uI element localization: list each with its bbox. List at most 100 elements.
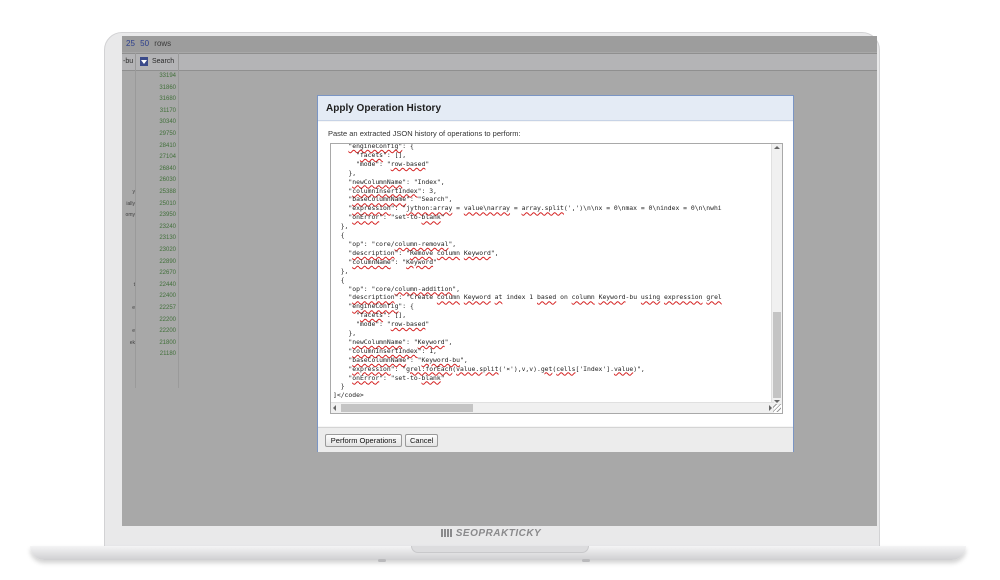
cell-search-volume: 23240 bbox=[159, 223, 176, 230]
scroll-down-icon[interactable] bbox=[774, 400, 780, 403]
rows-option-50[interactable]: 50 bbox=[140, 39, 149, 48]
cell-keyword-bu: y bbox=[132, 189, 136, 195]
table-row: 29750 bbox=[122, 129, 178, 140]
code-line: }, bbox=[333, 266, 349, 275]
json-code-content[interactable]: "engineConfig": { "facets": [], "mode": … bbox=[333, 144, 771, 400]
cell-search-volume: 31680 bbox=[159, 96, 176, 103]
cell-search-volume: 23130 bbox=[159, 235, 176, 242]
table-row: 27104 bbox=[122, 152, 178, 163]
table-row: 31680 bbox=[122, 94, 178, 105]
scroll-up-icon[interactable] bbox=[774, 146, 780, 149]
cell-search-volume: 26840 bbox=[159, 165, 176, 172]
code-line: "baseColumnName": "Keyword-bu", bbox=[333, 355, 468, 364]
code-line: "expression": "jython:array = value\narr… bbox=[333, 204, 722, 213]
table-row: ek 21800 bbox=[122, 338, 178, 349]
code-line: "op": "core/column-removal", bbox=[333, 239, 457, 248]
table-row: 30340 bbox=[122, 117, 178, 128]
laptop-foot bbox=[582, 559, 590, 562]
cell-search-volume: 33194 bbox=[159, 73, 176, 79]
code-line: "mode": "row-based" bbox=[333, 159, 430, 168]
table-row: 22890 bbox=[122, 257, 178, 268]
cell-search-volume: 25010 bbox=[159, 200, 176, 207]
table-row: y 25388 bbox=[122, 187, 178, 198]
cell-search-volume: 23020 bbox=[159, 247, 176, 253]
column-header-search[interactable]: Search bbox=[152, 54, 174, 70]
cell-search-volume: 22200 bbox=[159, 328, 176, 335]
horizontal-scroll-thumb[interactable] bbox=[341, 404, 473, 412]
brand-logo: SEOPRAKTICKY bbox=[104, 528, 878, 539]
cell-search-volume: 21800 bbox=[159, 339, 176, 346]
column-menu-dropdown-icon[interactable] bbox=[140, 57, 148, 66]
resize-grip-icon[interactable] bbox=[773, 404, 781, 412]
cell-search-volume: 22200 bbox=[159, 316, 176, 323]
table-row: 33194 bbox=[122, 71, 178, 82]
cell-search-volume: 22400 bbox=[159, 293, 176, 300]
code-line: "newColumnName": "Keyword", bbox=[333, 337, 453, 346]
perform-operations-button[interactable]: Perform Operations bbox=[325, 434, 402, 447]
dialog-title: Apply Operation History bbox=[318, 96, 793, 121]
cell-search-volume: 22670 bbox=[159, 270, 176, 277]
code-line: "columnInsertIndex": 3, bbox=[333, 186, 437, 195]
code-line: { bbox=[333, 231, 345, 240]
json-history-textarea[interactable]: "engineConfig": { "facets": [], "mode": … bbox=[330, 143, 783, 414]
cell-search-volume: 30340 bbox=[159, 119, 176, 126]
cell-search-volume: 22440 bbox=[159, 281, 176, 288]
table-row: t 22440 bbox=[122, 280, 178, 291]
code-line: "engineConfig": { bbox=[333, 302, 414, 311]
cell-search-volume: 26030 bbox=[159, 177, 176, 184]
code-line: "baseColumnName": "Search", bbox=[333, 195, 453, 204]
vertical-scrollbar[interactable] bbox=[771, 144, 782, 405]
code-line: "expression": "grel:forEach(value.split(… bbox=[333, 364, 645, 373]
code-line: "columnInsertIndex": 1, bbox=[333, 346, 437, 355]
data-rows: 33194 31860 31680 31170 30340 29750 28410 27104… bbox=[122, 71, 178, 491]
table-row: 23020 bbox=[122, 245, 178, 256]
code-line: }, bbox=[333, 222, 349, 231]
table-row: e 22200 bbox=[122, 326, 178, 337]
cell-search-volume: 25388 bbox=[159, 189, 176, 195]
cell-search-volume: 27104 bbox=[159, 154, 176, 161]
vertical-scroll-thumb[interactable] bbox=[773, 312, 781, 398]
table-row: 23240 bbox=[122, 222, 178, 233]
cell-keyword-bu: ially bbox=[126, 200, 135, 207]
cell-search-volume: 21180 bbox=[159, 351, 176, 358]
cancel-button[interactable]: Cancel bbox=[405, 434, 438, 447]
code-line: ]</code> bbox=[333, 391, 364, 400]
table-row: 28410 bbox=[122, 141, 178, 152]
apply-operation-history-dialog: Apply Operation History Paste an extract… bbox=[317, 95, 794, 452]
code-line: { bbox=[333, 275, 345, 284]
brand-mark-icon bbox=[440, 529, 453, 537]
cell-keyword-bu: t bbox=[133, 281, 135, 288]
cell-search-volume: 23950 bbox=[159, 212, 176, 219]
rows-label: rows bbox=[154, 39, 172, 48]
cell-search-volume: 31860 bbox=[159, 84, 176, 91]
code-line: } bbox=[333, 382, 345, 391]
cell-keyword-bu: e bbox=[132, 328, 135, 335]
rows-per-page-bar: 25 50 rows bbox=[122, 36, 877, 52]
scroll-right-icon[interactable] bbox=[769, 405, 772, 411]
cell-search-volume: 31170 bbox=[159, 107, 176, 114]
rows-option-25[interactable]: 25 bbox=[126, 39, 135, 48]
cell-keyword-bu: e bbox=[132, 305, 135, 311]
table-row: omy 23950 bbox=[122, 210, 178, 221]
cell-keyword-bu: omy bbox=[125, 212, 135, 219]
table-row: 31860 bbox=[122, 83, 178, 94]
code-line: "mode": "row-based" bbox=[333, 320, 430, 329]
table-row: 22400 bbox=[122, 291, 178, 302]
code-line: }, bbox=[333, 329, 357, 338]
column-header-row: -bu Search bbox=[122, 53, 877, 71]
laptop-foot bbox=[378, 559, 386, 562]
cell-search-volume: 22257 bbox=[159, 305, 176, 311]
table-row: 22200 bbox=[122, 315, 178, 326]
table-row: 26030 bbox=[122, 175, 178, 186]
dialog-footer: Perform Operations Cancel bbox=[318, 427, 793, 452]
table-row: 26840 bbox=[122, 164, 178, 175]
table-row: 21180 bbox=[122, 349, 178, 360]
code-line: "op": "core/column-addition", bbox=[333, 284, 460, 293]
table-row: 31170 bbox=[122, 106, 178, 117]
horizontal-scrollbar[interactable] bbox=[331, 402, 774, 413]
code-line: }, bbox=[333, 168, 357, 177]
scroll-left-icon[interactable] bbox=[333, 405, 336, 411]
dialog-instruction: Paste an extracted JSON history of opera… bbox=[328, 129, 521, 138]
code-line: "facets": [], bbox=[333, 150, 407, 159]
code-line: "newColumnName": "Index", bbox=[333, 177, 445, 186]
